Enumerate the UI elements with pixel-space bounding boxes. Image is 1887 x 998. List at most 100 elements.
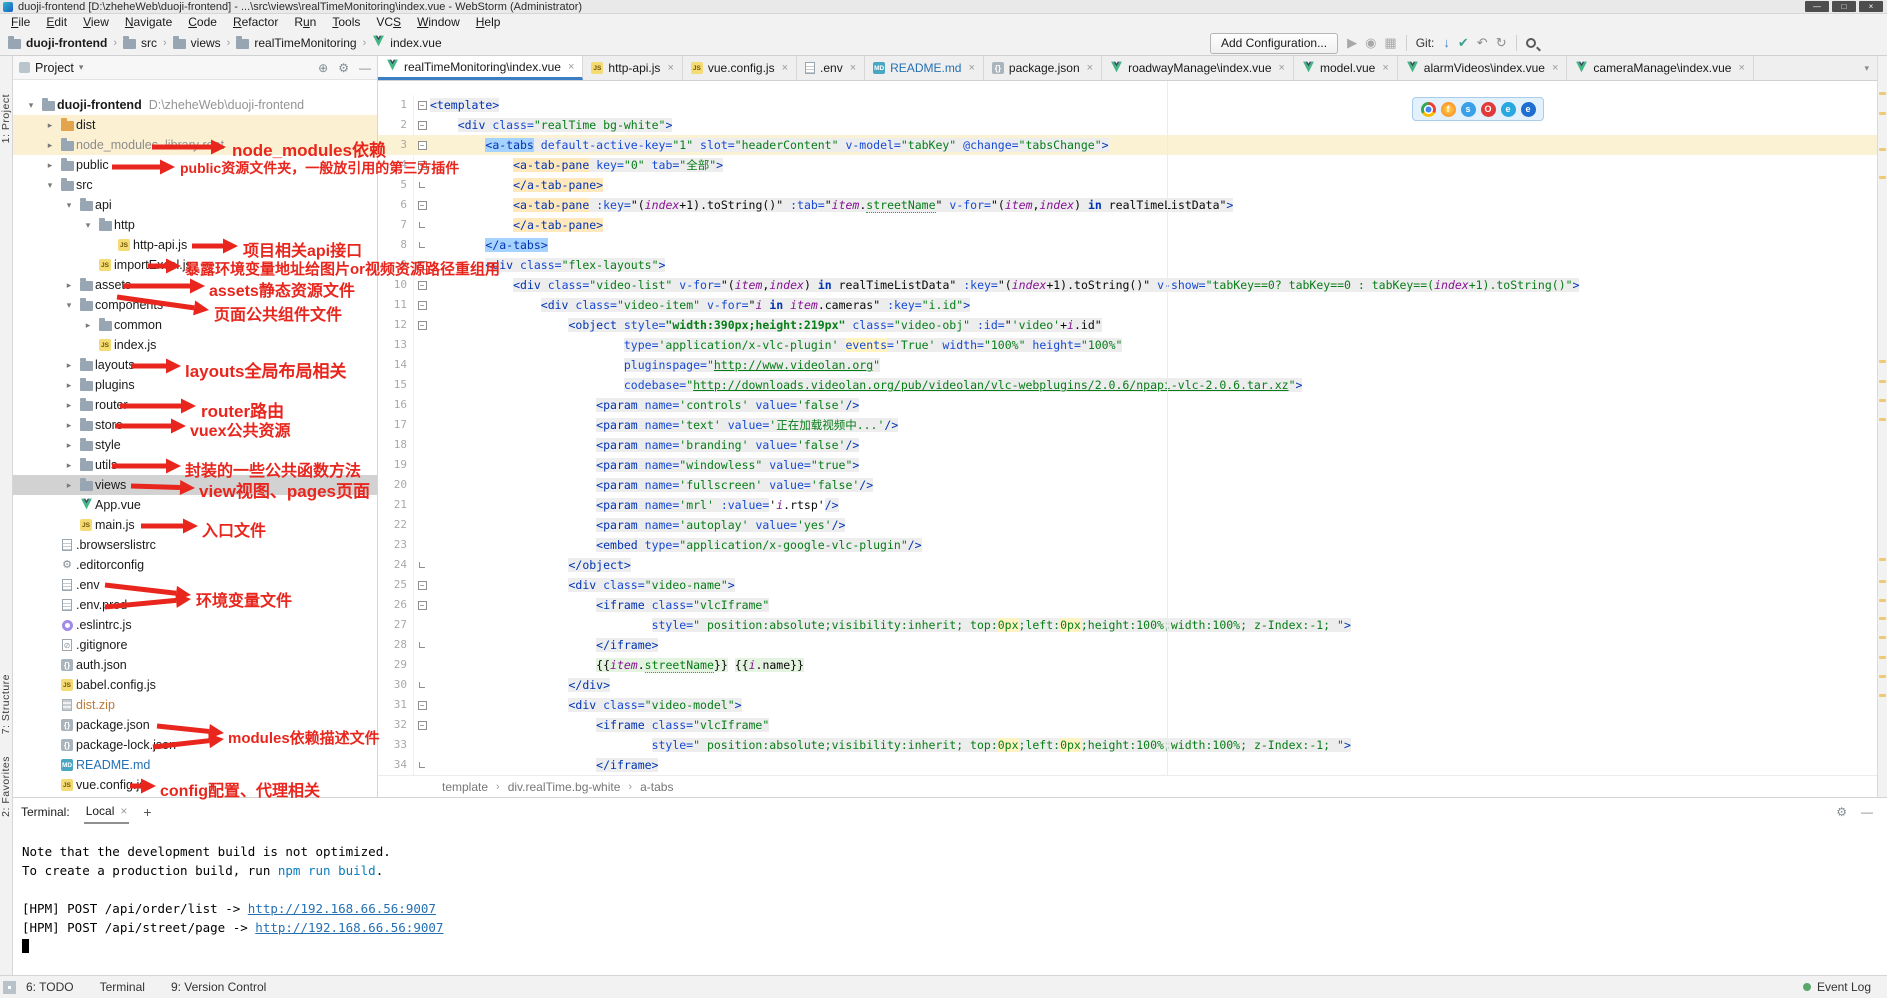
tree-row-dist.zip[interactable]: dist.zip: [13, 695, 377, 715]
status-item-6-todo[interactable]: 6: TODO: [26, 980, 74, 994]
breadcrumb-item-src[interactable]: src: [123, 36, 157, 50]
safari-icon[interactable]: s: [1461, 102, 1476, 117]
menu-item-navigate[interactable]: Navigate: [118, 14, 179, 30]
git-history-icon[interactable]: ↻: [1496, 35, 1507, 51]
fold-marker-icon[interactable]: −: [414, 121, 430, 130]
tree-row-.editorconfig[interactable]: ⚙.editorconfig: [13, 555, 377, 575]
code-line-34[interactable]: 34 </iframe>: [378, 755, 1877, 775]
tree-row-dist[interactable]: ▸dist: [13, 115, 377, 135]
chevron-right-icon[interactable]: ▸: [61, 480, 77, 491]
chevron-right-icon[interactable]: ▸: [61, 460, 77, 471]
hide-icon[interactable]: —: [359, 61, 371, 75]
editor-breadcrumb-item[interactable]: template: [442, 780, 488, 794]
git-update-icon[interactable]: ↓: [1443, 35, 1450, 51]
tree-row-src[interactable]: ▾src: [13, 175, 377, 195]
editor-tab-roadwayManage-index.vue[interactable]: roadwayManage\index.vue×: [1102, 56, 1294, 80]
new-terminal-button[interactable]: +: [143, 804, 151, 820]
code-line-10[interactable]: 10− <div class="video-list" v-for="(item…: [378, 275, 1877, 295]
code-line-22[interactable]: 22 <param name='autoplay' value='yes'/>: [378, 515, 1877, 535]
editor-tab-realTimeMonitoring-index.vue[interactable]: realTimeMonitoring\index.vue×: [378, 56, 583, 80]
tree-row-node_modules[interactable]: ▸node_moduleslibrary root: [13, 135, 377, 155]
status-item-terminal[interactable]: Terminal: [100, 980, 145, 994]
fold-marker-icon[interactable]: [414, 562, 430, 568]
fold-marker-icon[interactable]: [414, 182, 430, 188]
settings-icon[interactable]: ⚙: [1836, 805, 1847, 819]
tree-row-main.js[interactable]: JSmain.js: [13, 515, 377, 535]
menu-item-help[interactable]: Help: [469, 14, 508, 30]
tree-row-auth.json[interactable]: {}auth.json: [13, 655, 377, 675]
search-icon[interactable]: [1526, 38, 1536, 48]
editor-tab-.env[interactable]: .env×: [797, 56, 865, 80]
chevron-right-icon[interactable]: ▸: [42, 140, 58, 151]
breadcrumb-item-duoji-frontend[interactable]: duoji-frontend: [8, 36, 107, 50]
breadcrumb-item-index.vue[interactable]: index.vue: [372, 35, 441, 50]
code-line-31[interactable]: 31− <div class="video-model">: [378, 695, 1877, 715]
edge-icon[interactable]: e: [1521, 102, 1536, 117]
breadcrumb-item-realTimeMonitoring[interactable]: realTimeMonitoring: [236, 36, 356, 50]
editor-tab-vue.config.js[interactable]: JSvue.config.js×: [683, 56, 797, 80]
code-line-29[interactable]: 29 {{item.streetName}} {{i.name}}: [378, 655, 1877, 675]
chevron-right-icon[interactable]: ▸: [61, 380, 77, 391]
editor-tab-package.json[interactable]: {}package.json×: [984, 56, 1102, 80]
code-line-19[interactable]: 19 <param name="windowless" value="true"…: [378, 455, 1877, 475]
code-line-32[interactable]: 32− <iframe class="vlcIframe": [378, 715, 1877, 735]
tool-stripe-structure[interactable]: 7: Structure: [0, 674, 13, 734]
tree-row-vue.config.js[interactable]: JSvue.config.js: [13, 775, 377, 795]
code-editor[interactable]: 1−<template>2− <div class="realTime bg-w…: [378, 81, 1877, 775]
close-icon[interactable]: ×: [120, 804, 127, 818]
chevron-right-icon[interactable]: ▸: [61, 400, 77, 411]
tree-row-README.md[interactable]: MDREADME.md: [13, 755, 377, 775]
tree-row-.eslintrc.js[interactable]: .eslintrc.js: [13, 615, 377, 635]
firefox-icon[interactable]: f: [1441, 102, 1456, 117]
code-line-25[interactable]: 25− <div class="video-name">: [378, 575, 1877, 595]
fold-marker-icon[interactable]: −: [414, 141, 430, 150]
tree-row-http[interactable]: ▾http: [13, 215, 377, 235]
tree-row-.gitignore[interactable]: ⊘.gitignore: [13, 635, 377, 655]
code-line-17[interactable]: 17 <param name='text' value='正在加载视频中...'…: [378, 415, 1877, 435]
fold-marker-icon[interactable]: −: [414, 161, 430, 170]
locate-icon[interactable]: ⊕: [318, 61, 328, 75]
chevron-right-icon[interactable]: ▸: [61, 440, 77, 451]
fold-marker-icon[interactable]: [414, 242, 430, 248]
code-line-7[interactable]: 7 </a-tab-pane>: [378, 215, 1877, 235]
code-line-24[interactable]: 24 </object>: [378, 555, 1877, 575]
fold-marker-icon[interactable]: −: [414, 721, 430, 730]
tree-row-style[interactable]: ▸style: [13, 435, 377, 455]
chevron-right-icon[interactable]: ▸: [61, 420, 77, 431]
opera-icon[interactable]: O: [1481, 102, 1496, 117]
chevron-right-icon[interactable]: ▸: [42, 120, 58, 131]
menu-item-run[interactable]: Run: [287, 14, 323, 30]
editor-breadcrumb-item[interactable]: a-tabs: [640, 780, 673, 794]
menu-item-edit[interactable]: Edit: [39, 14, 74, 30]
close-icon[interactable]: ×: [782, 62, 788, 74]
code-line-23[interactable]: 23 <embed type="application/x-google-vlc…: [378, 535, 1877, 555]
tree-row-assets[interactable]: ▸assets: [13, 275, 377, 295]
close-icon[interactable]: ×: [568, 61, 574, 73]
editor-tab-README.md[interactable]: MDREADME.md×: [865, 56, 984, 80]
code-line-6[interactable]: 6− <a-tab-pane :key="(index+1).toString(…: [378, 195, 1877, 215]
event-log-button[interactable]: Event Log: [1803, 980, 1887, 994]
tree-row-common[interactable]: ▸common: [13, 315, 377, 335]
close-icon[interactable]: ×: [1279, 62, 1285, 74]
debug-icon[interactable]: ◉: [1365, 35, 1376, 51]
chevron-right-icon[interactable]: ▸: [61, 360, 77, 371]
tree-row-.env[interactable]: .env: [13, 575, 377, 595]
editor-tab-cameraManage-index.vue[interactable]: cameraManage\index.vue×: [1567, 56, 1754, 80]
code-line-26[interactable]: 26− <iframe class="vlcIframe": [378, 595, 1877, 615]
menu-item-tools[interactable]: Tools: [325, 14, 367, 30]
fold-marker-icon[interactable]: [414, 682, 430, 688]
tree-row-importExcel.js[interactable]: JSimportExcel.js: [13, 255, 377, 275]
fold-marker-icon[interactable]: −: [414, 601, 430, 610]
close-icon[interactable]: ×: [1552, 62, 1558, 74]
tree-row-.browserslistrc[interactable]: .browserslistrc: [13, 535, 377, 555]
editor-tab-alarmVideos-index.vue[interactable]: alarmVideos\index.vue×: [1398, 56, 1568, 80]
fold-marker-icon[interactable]: [414, 222, 430, 228]
code-line-12[interactable]: 12− <object style="width:390px;height:21…: [378, 315, 1877, 335]
terminal-output[interactable]: Note that the development build is not o…: [13, 826, 1887, 956]
code-line-27[interactable]: 27 style=" position:absolute;visibility:…: [378, 615, 1877, 635]
code-line-30[interactable]: 30 </div>: [378, 675, 1877, 695]
tree-row-.env.prod[interactable]: .env.prod: [13, 595, 377, 615]
close-icon[interactable]: ×: [968, 62, 974, 74]
coverage-icon[interactable]: ▦: [1384, 35, 1396, 51]
menu-item-view[interactable]: View: [76, 14, 116, 30]
